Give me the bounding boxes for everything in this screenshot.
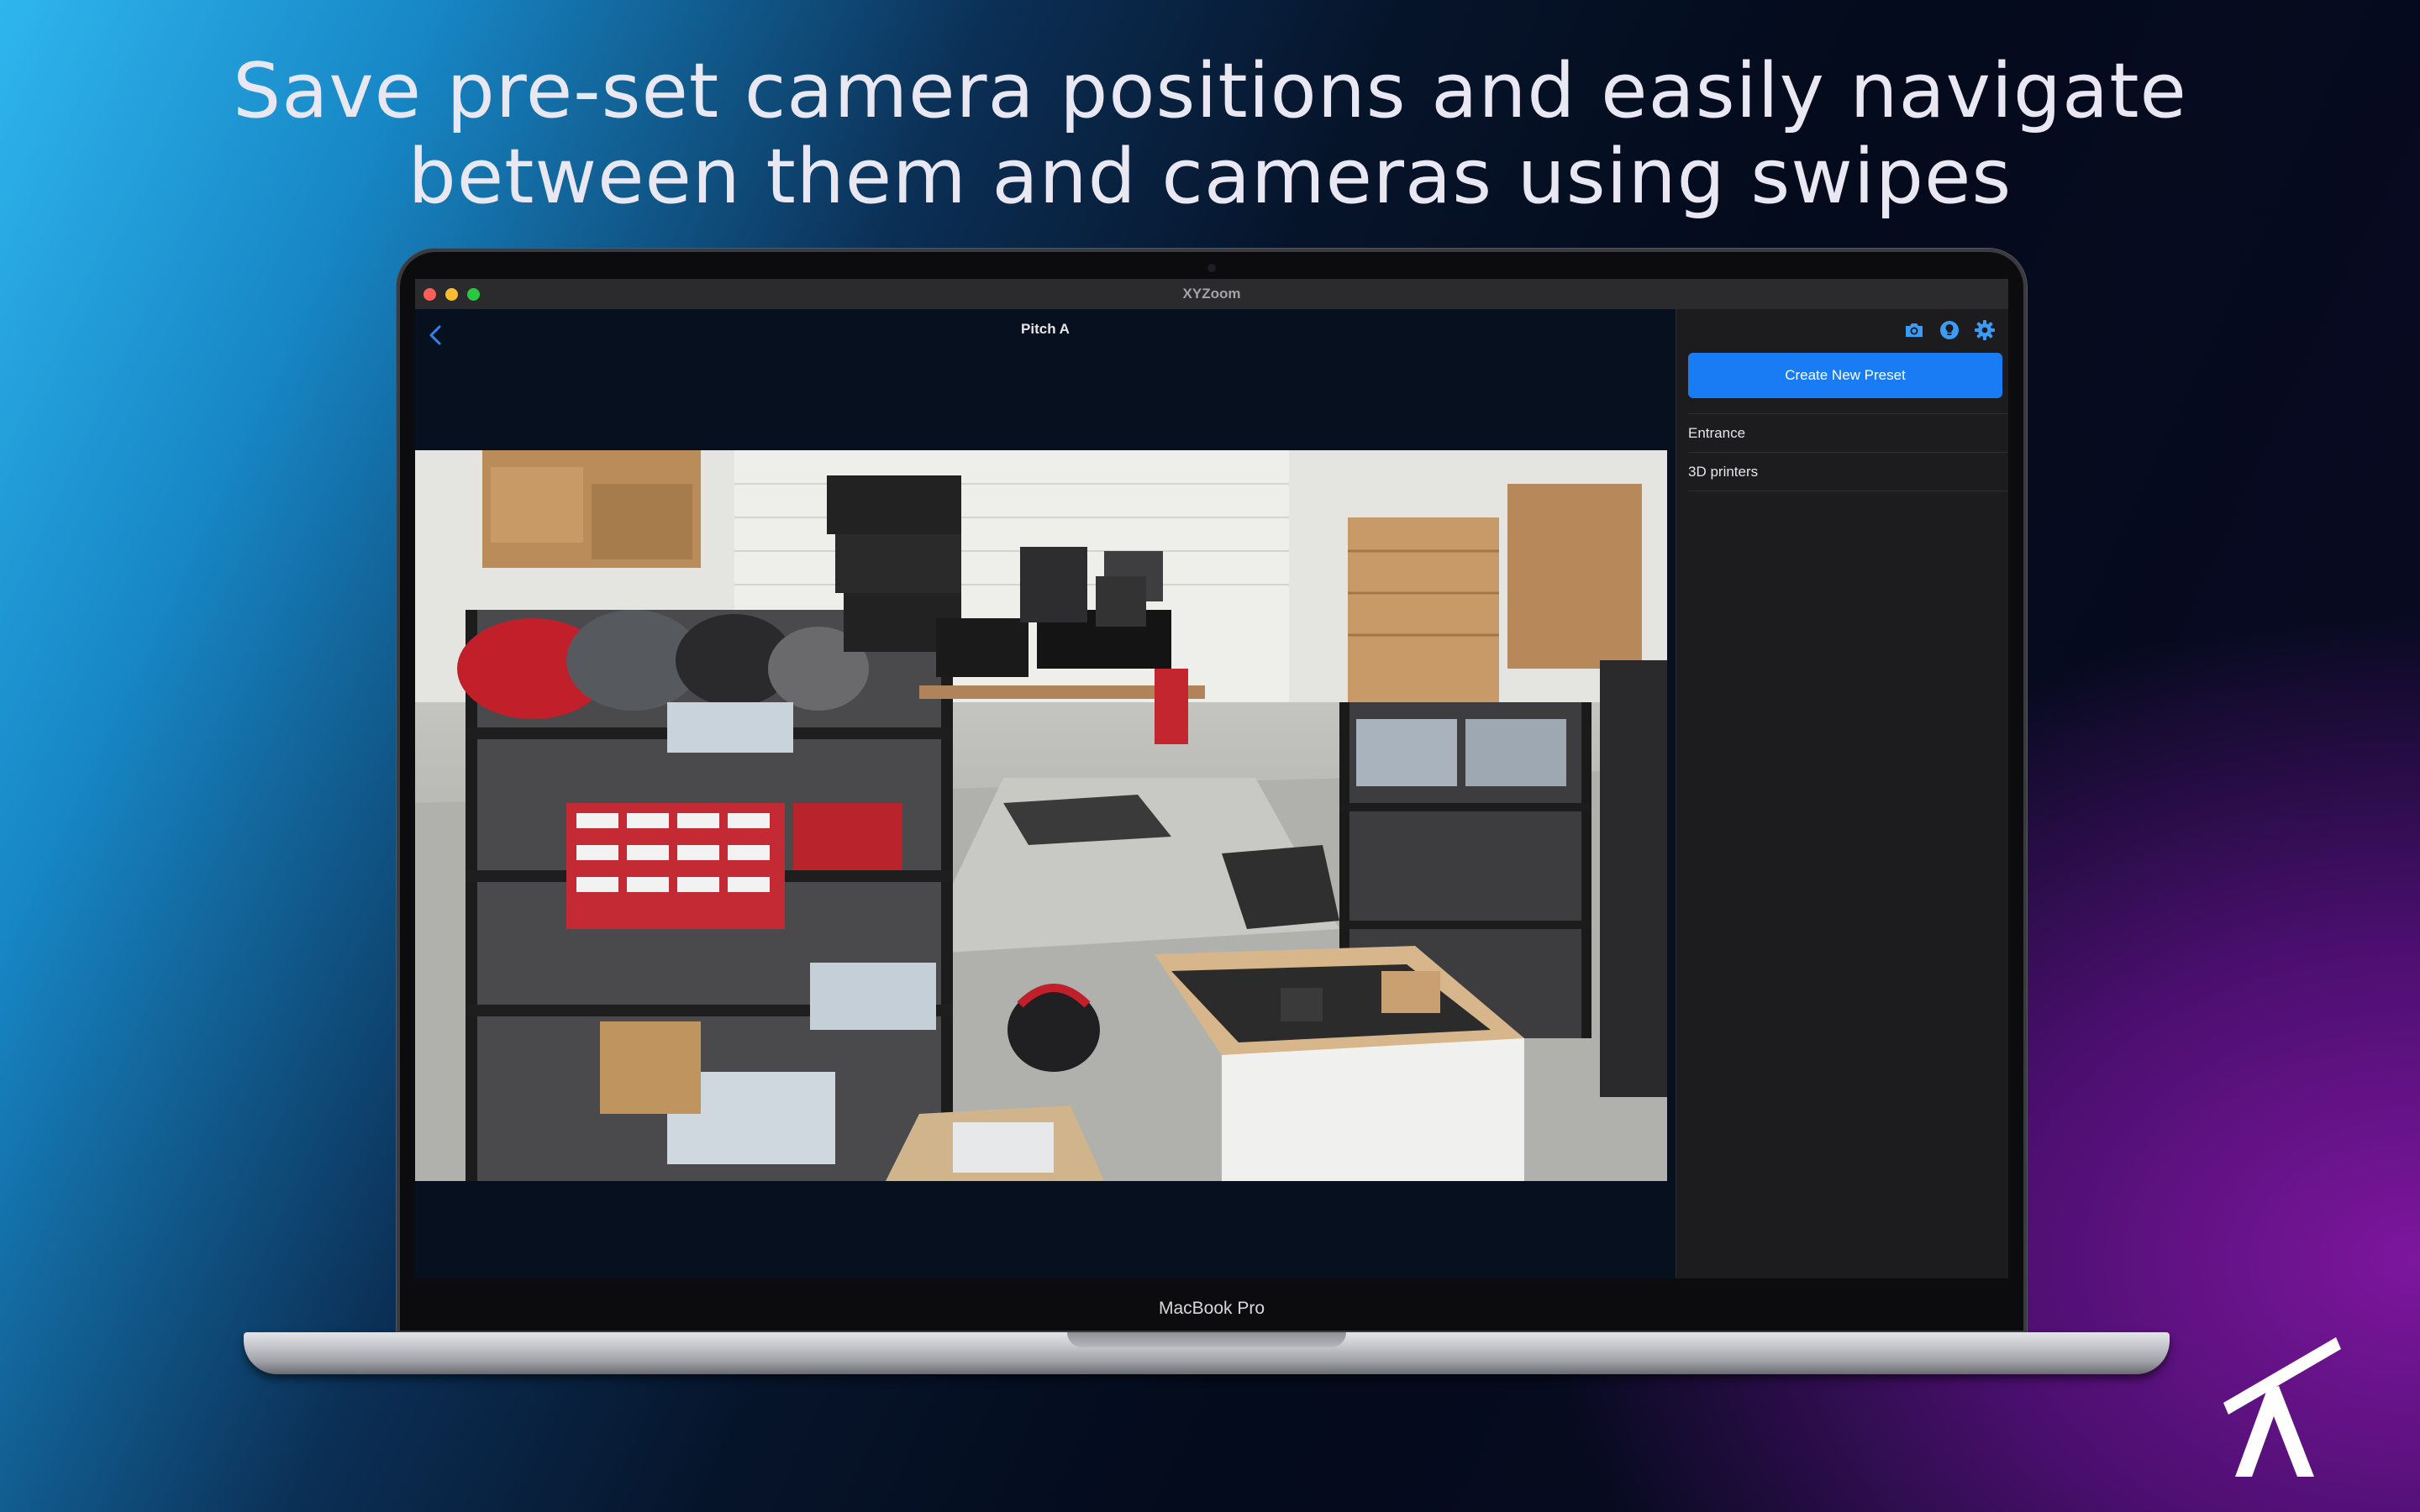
preset-sidebar: Create New Preset Entrance 3D printers: [1676, 309, 2008, 1278]
headline-line-2: between them and cameras using swipes: [408, 133, 2012, 221]
window-title: XYZoom: [1182, 286, 1241, 302]
device-label: MacBook Pro: [1158, 1299, 1265, 1318]
laptop-lid: XYZoom Pitch A Create New Preset Entranc…: [397, 249, 2027, 1334]
light-button[interactable]: [1939, 319, 1960, 341]
headline: Save pre-set camera positions and easily…: [0, 49, 2420, 220]
camera-view: Pitch A: [415, 309, 1676, 1278]
settings-button[interactable]: [1974, 319, 1996, 341]
camera-feed[interactable]: [415, 450, 1667, 1181]
camera-feed-scene: [415, 450, 1667, 1181]
webcam: [1207, 264, 1216, 272]
bulb-icon: [1940, 321, 1959, 339]
camera-button[interactable]: [1903, 319, 1925, 341]
camera-icon: [1906, 323, 1923, 337]
preset-item-entrance[interactable]: Entrance: [1688, 413, 2008, 452]
laptop-screen: XYZoom Pitch A Create New Preset Entranc…: [415, 279, 2008, 1278]
headline-line-1: Save pre-set camera positions and easily…: [233, 47, 2187, 135]
laptop-base-notch: [1067, 1332, 1346, 1347]
laptop-base: [244, 1332, 2170, 1374]
gear-icon: [1975, 320, 1995, 340]
preset-item-3d-printers[interactable]: 3D printers: [1688, 452, 2008, 491]
app-logo-icon: [2223, 1337, 2341, 1477]
window-titlebar[interactable]: XYZoom: [415, 279, 2008, 310]
camera-name: Pitch A: [1021, 321, 1070, 337]
create-preset-button[interactable]: Create New Preset: [1688, 353, 2002, 398]
preset-list: Entrance 3D printers: [1688, 413, 2008, 491]
